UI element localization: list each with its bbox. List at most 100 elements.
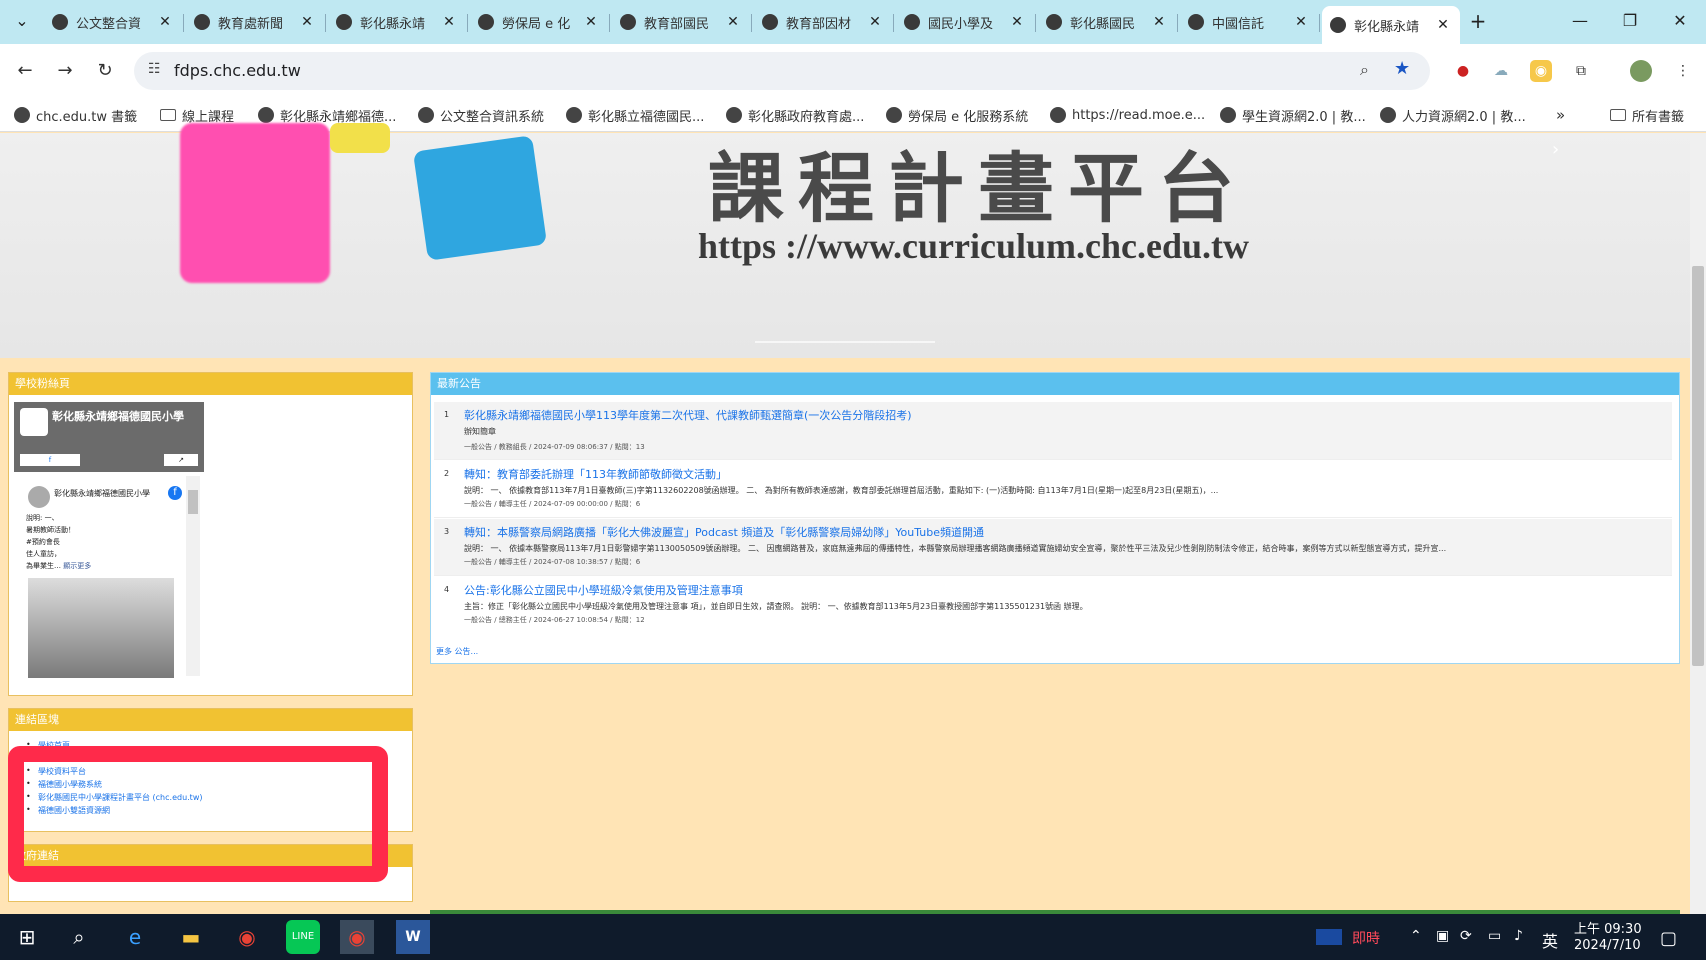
notification-icon[interactable]: ▢ (1660, 928, 1677, 949)
cloud-extension-icon[interactable]: ☁ (1490, 60, 1512, 82)
moe-leaf-icon (1380, 107, 1396, 123)
minimize-button[interactable]: — (1560, 8, 1600, 34)
share-button[interactable]: ↗ (164, 454, 198, 466)
news-meta: 一般公告 / 教務組長 / 2024-07-09 08:06:37 / 點閱：1… (464, 443, 645, 451)
facebook-cover[interactable]: 彰化縣永靖鄉福德國民小學 f ↗ (14, 402, 204, 472)
close-tab-icon[interactable]: ✕ (1292, 14, 1310, 30)
bookmark-star-icon[interactable]: ★ (1394, 58, 1410, 79)
close-tab-icon[interactable]: ✕ (866, 14, 884, 30)
bookmark-item[interactable]: 彰化縣政府教育處... (726, 104, 864, 126)
windows-start-icon[interactable]: ⊞ (10, 920, 44, 954)
tab-7[interactable]: 國民小學及 ✕ (896, 6, 1034, 38)
all-bookmarks-button[interactable]: 所有書籤 (1610, 104, 1684, 126)
close-window-button[interactable]: ✕ (1660, 8, 1700, 34)
news-item[interactable]: 1 彰化縣永靖鄉福德國民小學113學年度第二次代理、代課教師甄選簡章(一次公告分… (434, 402, 1672, 460)
fb-scrollbar[interactable] (186, 476, 200, 676)
search-icon[interactable]: ⌕ (62, 920, 96, 954)
page-scroll-thumb[interactable] (1692, 266, 1704, 666)
bookmark-item[interactable]: 彰化縣立福德國民... (566, 104, 704, 126)
news-item[interactable]: 2 轉知：教育部委託辦理「113年教師節敬師徵文活動」 說明： 一、 依據教育部… (434, 461, 1672, 518)
fb-scroll-thumb[interactable] (188, 490, 198, 514)
menu-kebab-icon[interactable]: ⋮ (1672, 60, 1694, 82)
zoom-icon[interactable]: ⌕ (1360, 60, 1369, 80)
tab-label: 公文整合資 (76, 16, 142, 32)
profile-avatar[interactable] (1630, 60, 1652, 82)
address-bar[interactable]: ☷ fdps.chc.edu.tw ⌕ ★ (134, 52, 1430, 90)
bookmark-item[interactable]: chc.edu.tw 書籤 (14, 104, 137, 126)
forward-button[interactable]: → (52, 58, 78, 84)
chrome-active-icon[interactable]: ◉ (340, 920, 374, 954)
more-news-link[interactable]: 更多 公告... (436, 646, 478, 657)
tab-2[interactable]: 教育處新聞 ✕ (186, 6, 324, 38)
tab-separator (751, 14, 752, 32)
reload-button[interactable]: ↻ (92, 58, 118, 84)
bookmark-item[interactable]: 人力資源網2.0 | 教... (1380, 104, 1526, 126)
word-icon[interactable]: W (396, 920, 430, 954)
follow-button[interactable]: f (20, 454, 80, 466)
ime-indicator[interactable]: 英 (1542, 928, 1558, 952)
sync-icon[interactable]: ⟳ (1460, 928, 1472, 944)
close-tab-icon[interactable]: ✕ (156, 14, 174, 30)
news-title[interactable]: 轉知：教育部委託辦理「113年教師節敬師徵文活動」 (464, 466, 727, 482)
news-title[interactable]: 彰化縣永靖鄉福德國民小學113學年度第二次代理、代課教師甄選簡章(一次公告分階段… (464, 407, 912, 423)
tab-10[interactable]: 彰化縣永靖 ✕ (1322, 6, 1460, 44)
show-hidden-icons[interactable]: ⌃ (1410, 928, 1422, 944)
banner-title: 課程計畫平台 (708, 144, 1248, 233)
news-title[interactable]: 轉知：本縣警察局網路廣播「彰化大佛波麗宣」Podcast 頻道及「彰化縣警察局婦… (464, 524, 984, 540)
slide-indicators[interactable] (755, 341, 935, 343)
facebook-embed[interactable]: 彰化縣永靖鄉福德國民小學 f ↗ 彰化縣永靖鄉福德國民小學 f 說明: 一、 暑… (14, 402, 204, 680)
close-tab-icon[interactable]: ✕ (582, 14, 600, 30)
clock-date[interactable]: 2024/7/10 (1574, 938, 1641, 953)
news-label[interactable]: 即時 (1352, 928, 1380, 948)
url-text[interactable]: fdps.chc.edu.tw (174, 61, 301, 80)
bookmark-label: 線上課程 (182, 109, 235, 125)
tab-8[interactable]: 彰化縣國民 ✕ (1038, 6, 1176, 38)
close-tab-icon[interactable]: ✕ (1008, 14, 1026, 30)
close-tab-icon[interactable]: ✕ (1150, 14, 1168, 30)
close-tab-icon[interactable]: ✕ (1434, 17, 1452, 33)
news-desc: 說明： 一、 依據本縣警察局113年7月1日彰警婦字第1130050509號函辦… (464, 544, 1447, 553)
close-tab-icon[interactable]: ✕ (298, 14, 316, 30)
news-desc: 說明： 一、 依據教育部113年7月1日臺教師(三)字第1132602208號函… (464, 486, 1219, 495)
new-tab-button[interactable]: + (1458, 8, 1498, 34)
edge-browser-icon[interactable]: e (118, 920, 152, 954)
post-photo[interactable] (28, 578, 174, 678)
tab-label: 國民小學及 (928, 16, 994, 32)
bookmark-item[interactable]: 學生資源網2.0 | 教... (1220, 104, 1366, 126)
tab-6[interactable]: 教育部因材 ✕ (754, 6, 892, 38)
close-tab-icon[interactable]: ✕ (440, 14, 458, 30)
more-bookmarks-icon[interactable]: » (1556, 104, 1565, 126)
news-item[interactable]: 4 公告:彰化縣公立國民中小學班級冷氣使用及管理注意事項 主旨：修正「彰化縣公立… (434, 577, 1672, 633)
device-icon[interactable]: ▣ (1436, 928, 1449, 944)
bookmark-item[interactable]: https://read.moe.e... (1050, 104, 1205, 126)
file-explorer-icon[interactable]: ▬ (174, 920, 208, 954)
clock-time[interactable]: 上午 09:30 (1574, 918, 1642, 937)
bookmark-item[interactable]: 勞保局 e 化服務系統 (886, 104, 1028, 126)
volume-icon[interactable]: ♪ (1514, 928, 1523, 944)
news-title[interactable]: 公告:彰化縣公立國民中小學班級冷氣使用及管理注意事項 (464, 582, 743, 598)
news-item[interactable]: 3 轉知：本縣警察局網路廣播「彰化大佛波麗宣」Podcast 頻道及「彰化縣警察… (434, 519, 1672, 576)
page-scrollbar[interactable] (1690, 133, 1706, 914)
chrome-icon[interactable]: ◉ (230, 920, 264, 954)
tab-5[interactable]: 教育部國民 ✕ (612, 6, 750, 38)
see-more-link[interactable]: 顯示更多 (63, 562, 91, 570)
extensions-puzzle-icon[interactable]: ⧉ (1570, 60, 1592, 82)
back-button[interactable]: ← (12, 58, 38, 84)
line-app-icon[interactable]: LINE (286, 920, 320, 954)
tab-9[interactable]: 中國信託 ✕ (1180, 6, 1318, 38)
tab-1[interactable]: 公文整合資 ✕ (44, 6, 182, 38)
bookmark-item[interactable]: 公文整合資訊系統 (418, 104, 544, 126)
tab-4[interactable]: 勞保局 e 化 ✕ (470, 6, 608, 38)
apple-extension-icon[interactable]: ● (1452, 60, 1474, 82)
network-icon[interactable]: ▭ (1488, 928, 1501, 944)
post-line: 暑期教師活動！ (26, 526, 75, 534)
next-slide-icon[interactable]: › (1552, 139, 1559, 160)
mlb-news-icon[interactable] (1316, 929, 1342, 945)
close-tab-icon[interactable]: ✕ (724, 14, 742, 30)
restore-button[interactable]: ❐ (1610, 8, 1650, 34)
eye-extension-icon[interactable]: ◉ (1530, 60, 1552, 82)
tc-icon (904, 14, 920, 30)
tab-3[interactable]: 彰化縣永靖 ✕ (328, 6, 466, 38)
tab-search-button[interactable]: ⌄ (4, 8, 40, 34)
site-info-icon[interactable]: ☷ (148, 61, 161, 77)
